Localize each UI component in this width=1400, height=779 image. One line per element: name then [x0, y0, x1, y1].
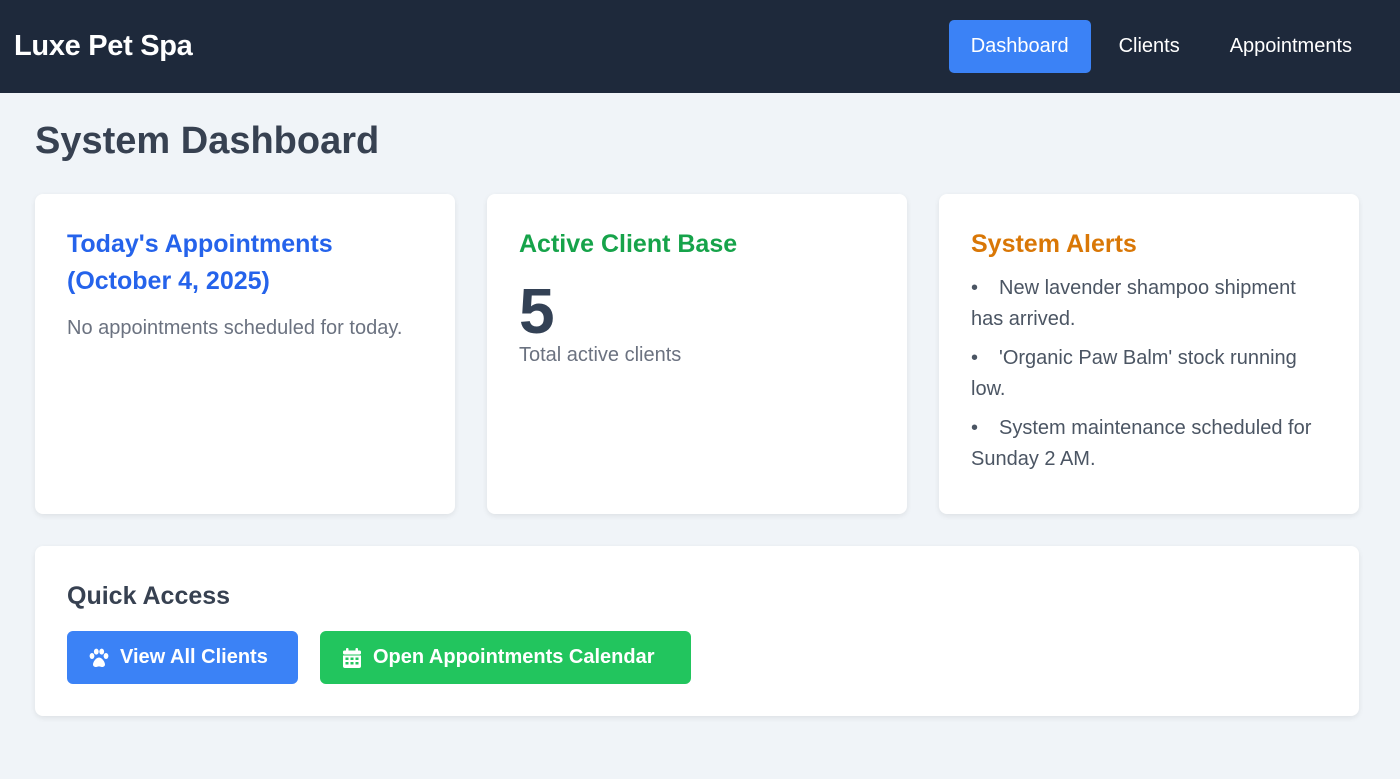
alert-item: • New lavender shampoo shipment has arriv… — [971, 273, 1327, 335]
bullet-icon: • — [971, 347, 979, 369]
active-clients-label: Total active clients — [519, 344, 682, 366]
nav-appointments[interactable]: Appointments — [1208, 20, 1374, 73]
clients-card-title: Active Client Base — [519, 230, 738, 258]
page-title: System Dashboard — [35, 120, 380, 162]
active-clients-count: 5 — [519, 275, 555, 347]
active-clients-card: Active Client Base 5 Total active client… — [487, 194, 907, 514]
alert-item: • 'Organic Paw Balm' stock running low. — [971, 343, 1327, 405]
open-appointments-calendar-label: Open Appointments Calendar — [373, 646, 655, 668]
calendar-icon — [341, 647, 363, 669]
appointments-card-title: Today's Appointments (October 4, 2025) — [67, 226, 423, 300]
alert-text: System maintenance scheduled for Sunday … — [971, 417, 1312, 470]
open-appointments-calendar-button[interactable]: Open Appointments Calendar — [320, 631, 691, 684]
nav-dashboard[interactable]: Dashboard — [948, 20, 1091, 73]
todays-appointments-card: Today's Appointments (October 4, 2025) N… — [35, 194, 455, 514]
alerts-card-title: System Alerts — [971, 230, 1137, 258]
alert-item: • System maintenance scheduled for Sunday… — [971, 413, 1327, 475]
top-navbar: Luxe Pet Spa Dashboard Clients Appointme… — [0, 0, 1400, 93]
alert-text: New lavender shampoo shipment has arrive… — [971, 277, 1296, 330]
stats-cards: Today's Appointments (October 4, 2025) N… — [35, 194, 1365, 514]
alert-text: 'Organic Paw Balm' stock running low. — [971, 347, 1297, 400]
brand-logo-text[interactable]: Luxe Pet Spa — [14, 30, 193, 63]
alerts-list: • New lavender shampoo shipment has arriv… — [971, 273, 1327, 475]
system-alerts-card: System Alerts • New lavender shampoo ship… — [939, 194, 1359, 514]
appointments-title-date: (October 4, 2025) — [67, 267, 270, 295]
paw-icon — [88, 647, 110, 669]
appointments-title-line1: Today's Appointments — [67, 230, 333, 258]
quick-access-panel: Quick Access View All Clients Open Appoi… — [35, 546, 1359, 716]
view-all-clients-label: View All Clients — [120, 646, 268, 668]
bullet-icon: • — [971, 277, 979, 299]
nav-clients[interactable]: Clients — [1097, 20, 1202, 73]
main-nav: Dashboard Clients Appointments — [943, 20, 1374, 73]
main-content: System Dashboard Today's Appointments (O… — [0, 119, 1400, 716]
bullet-icon: • — [971, 417, 979, 439]
appointments-empty-message: No appointments scheduled for today. — [67, 317, 403, 339]
view-all-clients-button[interactable]: View All Clients — [67, 631, 298, 684]
quick-access-buttons: View All Clients Open Appointments Calen… — [67, 631, 1327, 684]
quick-access-title: Quick Access — [67, 582, 231, 610]
